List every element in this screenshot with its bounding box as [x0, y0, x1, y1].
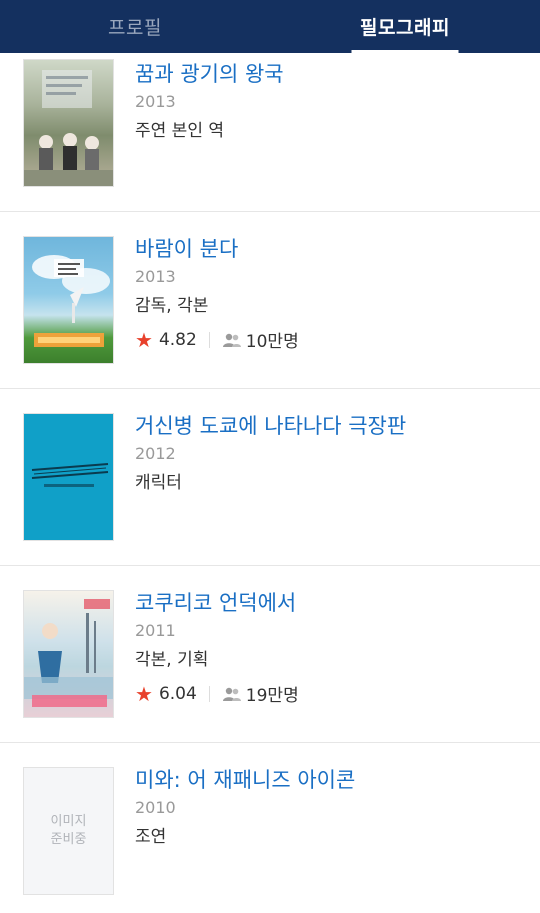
film-info: 미와: 어 재패니즈 아이콘 2010 조연 — [135, 765, 355, 849]
audience-count: 19만명 — [245, 686, 299, 706]
film-info: 바람이 분다 2013 감독, 각본 ★ 4.82 10만명 — [135, 234, 299, 352]
tab-filmography[interactable]: 필모그래피 — [270, 0, 540, 53]
film-title[interactable]: 미와: 어 재패니즈 아이콘 — [135, 765, 355, 795]
star-icon: ★ — [135, 327, 153, 352]
film-year: 2013 — [135, 267, 176, 286]
film-year: 2013 — [135, 92, 176, 111]
poster-image[interactable] — [23, 59, 114, 187]
film-info: 꿈과 광기의 왕국 2013 주연 본인 역 — [135, 59, 284, 143]
film-year: 2012 — [135, 444, 176, 463]
film-year: 2011 — [135, 621, 176, 640]
film-info: 거신병 도쿄에 나타나다 극장판 2012 캐릭터 — [135, 411, 406, 495]
tab-profile[interactable]: 프로필 — [0, 0, 270, 53]
film-role: 캐릭터 — [135, 473, 182, 493]
film-role: 주연 본인 역 — [135, 121, 225, 141]
list-item[interactable]: 이미지 준비중 미와: 어 재패니즈 아이콘 2010 조연 — [0, 743, 540, 913]
list-item[interactable]: 바람이 분다 2013 감독, 각본 ★ 4.82 10만명 — [0, 212, 540, 389]
rating-value: 4.82 — [158, 329, 197, 350]
film-title[interactable]: 코쿠리코 언덕에서 — [135, 588, 299, 618]
poster-placeholder[interactable]: 이미지 준비중 — [23, 767, 114, 895]
poster-image[interactable] — [23, 590, 114, 718]
people-icon — [222, 687, 241, 701]
poster-image[interactable] — [23, 413, 114, 541]
divider — [208, 331, 210, 348]
film-title[interactable]: 거신병 도쿄에 나타나다 극장판 — [135, 411, 406, 441]
image-unavailable-text: 이미지 준비중 — [50, 814, 87, 847]
list-item[interactable]: 거신병 도쿄에 나타나다 극장판 2012 캐릭터 — [0, 389, 540, 566]
filmography-list: 꿈과 광기의 왕국 2013 주연 본인 역 바람이 분다 2013 감독, 각… — [0, 53, 540, 913]
tab-bar: 프로필 필모그래피 — [0, 0, 540, 53]
film-year: 2010 — [135, 798, 176, 817]
film-info: 코쿠리코 언덕에서 2011 각본, 기획 ★ 6.04 19만명 — [135, 588, 299, 706]
film-role: 조연 — [135, 827, 167, 847]
film-role: 감독, 각본 — [135, 296, 209, 316]
film-title[interactable]: 꿈과 광기의 왕국 — [135, 59, 284, 89]
list-item[interactable]: 코쿠리코 언덕에서 2011 각본, 기획 ★ 6.04 19만명 — [0, 566, 540, 743]
list-item[interactable]: 꿈과 광기의 왕국 2013 주연 본인 역 — [0, 53, 540, 212]
film-stats: ★ 4.82 10만명 — [135, 327, 299, 353]
divider — [208, 685, 210, 702]
film-title[interactable]: 바람이 분다 — [135, 234, 299, 264]
star-icon: ★ — [135, 681, 153, 706]
audience-count: 10만명 — [245, 332, 299, 352]
rating-value: 6.04 — [158, 683, 197, 704]
poster-image[interactable] — [23, 236, 114, 364]
film-stats: ★ 6.04 19만명 — [135, 681, 299, 707]
people-icon — [222, 333, 241, 347]
film-role: 각본, 기획 — [135, 650, 209, 670]
